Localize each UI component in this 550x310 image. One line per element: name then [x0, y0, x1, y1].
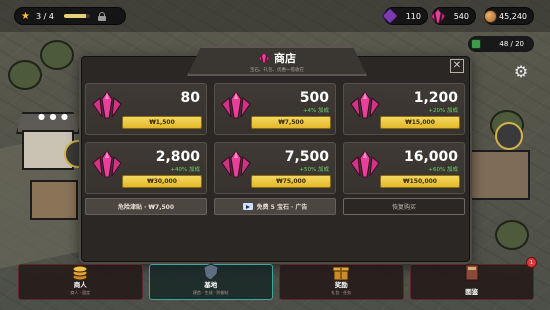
gem-package-card[interactable]: 7,500 +50% 加成 ₩75,000 — [214, 142, 336, 194]
bonus-text: +60% 加成 — [428, 167, 458, 173]
price-label: ₩1,500 — [149, 119, 175, 126]
gem-icon — [348, 149, 382, 179]
nav-sub: 商人 · 固定 — [70, 290, 91, 295]
settings-button[interactable]: ⚙ — [510, 60, 532, 82]
xp-bar-fill — [63, 14, 87, 18]
price-button[interactable]: ₩30,000 — [122, 175, 202, 188]
world-indicator-dots: ● ● ● — [38, 112, 70, 121]
shop-actions: 危险津贴 · ₩7,500 免费 5 宝石 · 广告 恢复购买 — [85, 198, 466, 215]
restore-label: 恢复购买 — [391, 204, 416, 211]
video-ad-icon — [242, 203, 253, 210]
nav-rewards[interactable]: 奖励 礼包 · 任务 — [279, 264, 404, 300]
star-icon: ★ — [21, 10, 30, 22]
bonus-text: +40% 加成 — [170, 167, 200, 173]
world-tree — [495, 220, 529, 250]
gear-icon: ⚙ — [513, 61, 529, 81]
world-tree — [8, 60, 42, 90]
nav-base[interactable]: 基地 建造 · 生成 · 防御站 — [148, 263, 273, 300]
price-label: ₩75,000 — [276, 178, 306, 185]
capacity-icon — [471, 39, 481, 49]
gem-value: 540 — [453, 11, 469, 21]
gem-amount: 2,800 — [155, 149, 200, 165]
capacity-counter[interactable]: 48 / 20 — [468, 36, 534, 52]
free-gems-label: 免费 5 宝石 · 广告 — [256, 204, 308, 211]
gem-icon — [90, 149, 124, 179]
level-text: 3 / 4 — [35, 11, 54, 21]
lock-icon — [97, 11, 106, 21]
gem-icon — [348, 90, 382, 120]
top-bar: ★ 3 / 4 110 540 45,240 — [0, 0, 550, 32]
shop-header: 商店 宝石、礼包、优惠一揽收在 — [187, 46, 367, 76]
nav-sub: 礼包 · 任务 — [331, 290, 352, 295]
bonus-text: +4% 加成 — [302, 108, 329, 114]
gem-package-grid: 80 ₩1,500 500 +4% 加成 ₩7,500 1,200 +20% 加成 ₩15,0… — [85, 83, 466, 194]
gem-icon — [258, 51, 270, 64]
nav-merchant[interactable]: 商人 商人 · 固定 — [18, 264, 143, 300]
gem-icon — [427, 5, 449, 27]
danger-pack-label: 危险津贴 · ₩7,500 — [117, 204, 175, 211]
price-label: ₩30,000 — [147, 178, 177, 185]
gem-amount: 500 — [299, 90, 329, 106]
bottom-nav: 商人 商人 · 固定 基地 建造 · 生成 · 防御站 奖励 礼包 · 任务 图… — [18, 257, 537, 300]
price-button[interactable]: ₩7,500 — [251, 116, 331, 129]
price-button[interactable]: ₩75,000 — [251, 175, 331, 188]
coins-icon — [72, 265, 88, 281]
xp-bar — [63, 14, 90, 18]
restore-purchases-button[interactable]: 恢复购买 — [343, 198, 465, 215]
shop-subtitle: 宝石、礼包、优惠一揽收在 — [250, 67, 304, 73]
gem-package-card[interactable]: 1,200 +20% 加成 ₩15,000 — [343, 83, 465, 135]
world-map-node[interactable] — [495, 122, 523, 150]
book-icon — [465, 264, 479, 281]
energy-value: 110 — [405, 11, 421, 21]
bonus-text: +50% 加成 — [299, 167, 329, 173]
gem-package-card[interactable]: 500 +4% 加成 ₩7,500 — [214, 83, 336, 135]
notification-badge: 1 — [526, 257, 537, 268]
coin-counter[interactable]: 45,240 — [483, 7, 534, 25]
gem-icon — [90, 90, 124, 120]
price-button[interactable]: ₩1,500 — [122, 116, 202, 129]
shop-modal: 商店 宝石、礼包、优惠一揽收在 ✕ 80 ₩1,500 500 +4% 加成 ₩7,50… — [79, 46, 472, 264]
gem-package-card[interactable]: 2,800 +40% 加成 ₩30,000 — [85, 142, 207, 194]
capacity-value: 48 / 20 — [499, 40, 524, 48]
free-gems-ad-button[interactable]: 免费 5 宝石 · 广告 — [214, 198, 336, 215]
nav-sub: 建造 · 生成 · 防御站 — [192, 290, 229, 295]
price-button[interactable]: ₩15,000 — [380, 116, 460, 129]
nav-codex[interactable]: 图鉴 1 — [409, 257, 537, 300]
price-label: ₩15,000 — [405, 119, 435, 126]
gem-counter[interactable]: 540 — [430, 7, 476, 25]
price-button[interactable]: ₩150,000 — [380, 175, 460, 188]
gift-icon — [332, 266, 350, 281]
gem-amount: 1,200 — [413, 90, 458, 106]
gem-amount: 16,000 — [403, 149, 458, 165]
price-label: ₩7,500 — [278, 119, 304, 126]
gem-icon — [219, 90, 253, 120]
close-button[interactable]: ✕ — [450, 59, 464, 73]
bonus-text: +20% 加成 — [428, 108, 458, 114]
energy-counter[interactable]: 110 — [381, 7, 428, 25]
shield-icon — [203, 263, 219, 281]
gem-package-card[interactable]: 80 ₩1,500 — [85, 83, 207, 135]
danger-pack-button[interactable]: 危险津贴 · ₩7,500 — [85, 198, 207, 215]
gem-package-card[interactable]: 16,000 +60% 加成 ₩150,000 — [343, 142, 465, 194]
gem-amount: 7,500 — [284, 149, 329, 165]
coin-icon — [479, 5, 501, 27]
nav-label: 图鉴 — [465, 288, 479, 296]
coin-value: 45,240 — [499, 11, 527, 21]
world-tree — [40, 40, 74, 70]
level-progress[interactable]: ★ 3 / 4 — [14, 7, 126, 25]
gem-amount: 80 — [180, 90, 200, 106]
gem-icon — [219, 149, 253, 179]
shop-title: 商店 — [274, 51, 296, 65]
price-label: ₩150,000 — [403, 178, 437, 185]
world-house — [470, 150, 530, 200]
close-icon: ✕ — [452, 60, 462, 71]
world-house — [30, 180, 78, 220]
energy-icon — [379, 5, 401, 27]
